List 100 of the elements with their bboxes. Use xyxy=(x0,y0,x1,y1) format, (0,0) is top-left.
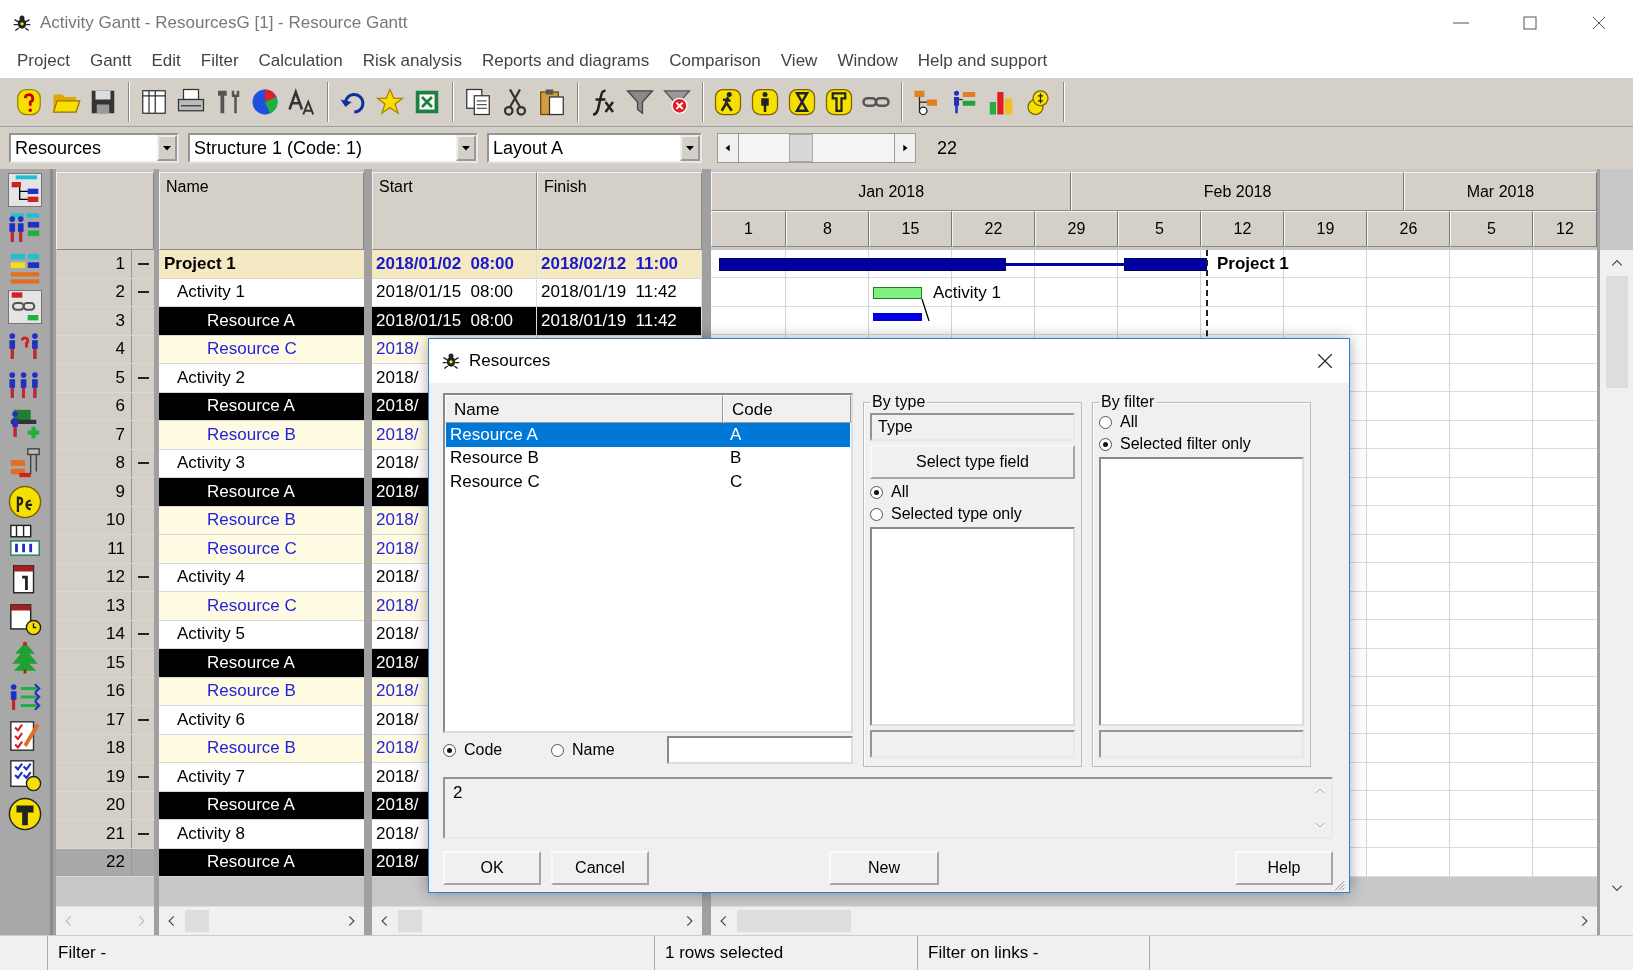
expander-cell[interactable] xyxy=(132,307,154,335)
menu-item[interactable]: View xyxy=(770,51,828,71)
row-number[interactable]: 21 xyxy=(56,820,132,848)
row-number[interactable]: 6 xyxy=(56,392,132,420)
expander-cell[interactable] xyxy=(132,848,154,876)
help-icon[interactable] xyxy=(14,87,44,117)
row-number[interactable]: 8 xyxy=(56,449,132,477)
bars-column-icon[interactable] xyxy=(8,446,42,480)
radio-icon[interactable] xyxy=(870,507,883,521)
column-header[interactable]: Name xyxy=(445,395,723,423)
expander-cell[interactable] xyxy=(132,706,154,734)
expander-cell[interactable] xyxy=(132,563,154,591)
row-number[interactable]: 11 xyxy=(56,535,132,563)
menu-item[interactable]: Help and support xyxy=(907,51,1058,71)
dropdown[interactable]: Layout A xyxy=(487,133,702,163)
row-number[interactable]: 12 xyxy=(56,563,132,591)
clipboard-icon[interactable] xyxy=(537,87,567,117)
menu-item[interactable]: Reports and diagrams xyxy=(471,51,660,71)
remove-filter-icon[interactable] xyxy=(662,87,692,117)
radio-icon[interactable] xyxy=(870,485,883,499)
row-number[interactable]: 16 xyxy=(56,677,132,705)
scrollbar[interactable] xyxy=(711,906,1597,935)
running-person-icon[interactable] xyxy=(713,87,743,117)
copy-icon[interactable] xyxy=(463,87,493,117)
columns-icon[interactable] xyxy=(139,87,169,117)
radio-button[interactable]: All xyxy=(1099,413,1304,431)
collapse-icon[interactable] xyxy=(137,718,149,721)
expander-cell[interactable] xyxy=(132,763,154,791)
row-number[interactable]: 2 xyxy=(56,278,132,306)
row-number[interactable]: 10 xyxy=(56,506,132,534)
expander-cell[interactable] xyxy=(132,535,154,563)
radio-icon[interactable] xyxy=(551,743,564,757)
checklist-icon[interactable] xyxy=(8,719,42,753)
dropdown[interactable]: Resources xyxy=(9,133,179,163)
expander-cell[interactable] xyxy=(132,278,154,306)
machine-person-icon[interactable] xyxy=(8,407,42,441)
expander-cell[interactable] xyxy=(132,677,154,705)
list-row[interactable]: Resource A A xyxy=(446,423,850,447)
row-number[interactable]: 9 xyxy=(56,478,132,506)
menu-item[interactable]: Comparison xyxy=(659,51,771,71)
dropdown[interactable]: Structure 1 (Code: 1) xyxy=(188,133,478,163)
left-arrow-button[interactable] xyxy=(717,133,739,163)
expander-cell[interactable] xyxy=(132,820,154,848)
collapse-icon[interactable] xyxy=(137,462,149,465)
menu-item[interactable]: Window xyxy=(827,51,908,71)
radio-icon[interactable] xyxy=(1099,437,1112,451)
expander-cell[interactable] xyxy=(132,791,154,819)
radio-button[interactable]: All xyxy=(870,483,1075,501)
menu-item[interactable]: Edit xyxy=(141,51,191,71)
dialog-button[interactable]: OK xyxy=(443,851,541,885)
expander-cell[interactable] xyxy=(132,506,154,534)
calendar-clock-icon[interactable] xyxy=(8,602,42,636)
row-number[interactable]: 22 xyxy=(56,848,132,876)
type-field[interactable]: Type xyxy=(870,413,1075,441)
radio-icon[interactable] xyxy=(1099,415,1112,429)
font-size-icon[interactable] xyxy=(287,87,317,117)
expander-cell[interactable] xyxy=(132,478,154,506)
scrollbar[interactable] xyxy=(159,906,364,935)
menu-item[interactable]: Project xyxy=(7,51,80,71)
row-number[interactable]: 1 xyxy=(56,250,132,278)
column-header[interactable]: Code xyxy=(723,395,851,423)
dialog-button[interactable]: Help xyxy=(1235,851,1333,885)
pie-chart-icon[interactable] xyxy=(250,87,280,117)
task-bar[interactable] xyxy=(873,286,922,299)
expander-cell[interactable] xyxy=(132,421,154,449)
column-header[interactable]: Start xyxy=(372,172,537,250)
menu-item[interactable]: Risk analysis xyxy=(352,51,472,71)
right-arrow-button[interactable] xyxy=(894,133,916,163)
currency-table-icon[interactable] xyxy=(8,524,42,558)
collapse-icon[interactable] xyxy=(137,633,149,636)
expander-cell[interactable] xyxy=(132,592,154,620)
bars-icon[interactable] xyxy=(8,251,42,285)
slider-thumb[interactable] xyxy=(788,134,813,162)
dialog-button[interactable]: Cancel xyxy=(551,851,649,885)
expander-cell[interactable] xyxy=(132,364,154,392)
expander-cell[interactable] xyxy=(132,620,154,648)
row-number[interactable]: 19 xyxy=(56,763,132,791)
search-field[interactable] xyxy=(667,736,853,764)
checklist-clock-icon[interactable] xyxy=(8,758,42,792)
person-icon[interactable] xyxy=(750,87,780,117)
dialog-button[interactable]: New xyxy=(829,851,939,885)
hourglass-icon[interactable] xyxy=(787,87,817,117)
collapse-icon[interactable] xyxy=(137,291,149,294)
row-number[interactable]: 20 xyxy=(56,791,132,819)
radio-icon[interactable] xyxy=(443,743,456,757)
row-number[interactable]: 4 xyxy=(56,335,132,363)
column-header[interactable]: Name xyxy=(159,172,364,250)
expander-cell[interactable] xyxy=(132,335,154,363)
row-number[interactable]: 17 xyxy=(56,706,132,734)
row-number[interactable]: 13 xyxy=(56,592,132,620)
menu-item[interactable]: Calculation xyxy=(248,51,353,71)
row-number[interactable]: 15 xyxy=(56,649,132,677)
row-number[interactable]: 18 xyxy=(56,734,132,762)
row-number[interactable]: 14 xyxy=(56,620,132,648)
column-header[interactable]: Finish xyxy=(537,172,702,250)
select-type-button[interactable]: Select type field xyxy=(870,445,1075,479)
expander-cell[interactable] xyxy=(132,649,154,677)
expander-cell[interactable] xyxy=(132,734,154,762)
expander-cell[interactable] xyxy=(132,250,154,278)
expander-cell[interactable] xyxy=(132,392,154,420)
